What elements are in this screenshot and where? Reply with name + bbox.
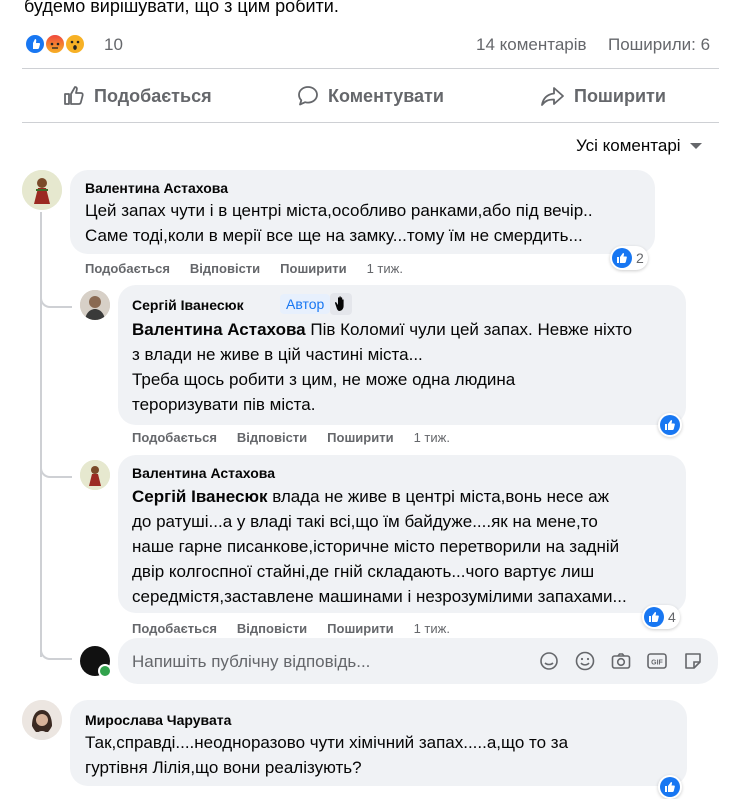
comment-text-line: до ратуші...а у владі такі всі,що їм бай…	[132, 512, 598, 531]
comment-like-link[interactable]: Подобається	[132, 430, 217, 445]
comment-actions: Подобається Відповісти Поширити 1 тиж.	[132, 430, 450, 445]
comment-reactions[interactable]: 4	[642, 605, 680, 629]
comment-author[interactable]: Мирослава Чарувата	[85, 712, 231, 728]
comment-share-link[interactable]: Поширити	[280, 261, 346, 276]
reply-input[interactable]: Напишіть публічну відповідь... GIF	[118, 638, 718, 684]
mention-link[interactable]: Валентина Астахова	[132, 320, 306, 339]
thread-line	[40, 212, 42, 657]
sticker-icon[interactable]	[682, 650, 704, 672]
comment-text-line: гуртівня Лілія,що вони реалізують?	[85, 758, 362, 777]
reactions-count: 10	[104, 35, 123, 54]
comment-reactions[interactable]	[658, 775, 682, 799]
camera-icon[interactable]	[610, 650, 632, 672]
online-status-dot	[98, 664, 112, 678]
like-button[interactable]: Подобається	[62, 76, 212, 116]
like-reaction-icon	[612, 248, 632, 268]
comment-bubble: Валентина Астахова Сергій Іванесюк влада…	[118, 455, 686, 613]
comment-time[interactable]: 1 тиж.	[367, 261, 403, 276]
like-label: Подобається	[94, 85, 212, 106]
sort-label: Усі коментарі	[576, 136, 681, 155]
comment-button[interactable]: Коментувати	[296, 76, 444, 116]
comment-actions: Подобається Відповісти Поширити 1 тиж.	[132, 621, 450, 636]
mention-link[interactable]: Сергій Іванесюк	[132, 487, 267, 506]
comment-reactions[interactable]	[658, 413, 682, 437]
avatar[interactable]	[80, 290, 110, 320]
comments-count[interactable]: 14 коментарів	[476, 35, 587, 55]
like-reaction-icon	[660, 415, 680, 435]
svg-text:GIF: GIF	[651, 660, 663, 667]
comment-author[interactable]: Сергій Іванесюк	[132, 297, 244, 313]
divider-top	[22, 68, 719, 69]
emoji-icon[interactable]	[574, 650, 596, 672]
comment-like-link[interactable]: Подобається	[85, 261, 170, 276]
comment-time[interactable]: 1 тиж.	[414, 430, 450, 445]
thread-branch	[40, 288, 72, 308]
comment-text-line: Сергій Іванесюк влада не живе в центрі м…	[132, 487, 610, 506]
comment-time[interactable]: 1 тиж.	[414, 621, 450, 636]
comment-text-line: середмістя,заставлене машинами і незрозу…	[132, 587, 627, 606]
comment-text-line: Саме тоді,коли в мерії все ще на замку..…	[85, 226, 583, 245]
chevron-down-icon	[689, 143, 702, 149]
reactions-count: 4	[668, 609, 676, 625]
comment-sort-dropdown[interactable]: Усі коментарі	[576, 134, 703, 158]
comment-bubble: Мирослава Чарувата Так,справді....неодно…	[70, 700, 687, 786]
divider-bottom	[22, 122, 719, 123]
avatar[interactable]	[22, 170, 62, 210]
avatar[interactable]	[80, 460, 110, 490]
post-text: будемо вирішувати, що з цим робити.	[24, 0, 339, 16]
comment-reply-link[interactable]: Відповісти	[237, 430, 307, 445]
comment-like-link[interactable]: Подобається	[132, 621, 217, 636]
comment-text-line: двір колгоспної стайні,де гній складають…	[132, 562, 595, 581]
like-reaction-icon	[644, 607, 664, 627]
current-user-avatar[interactable]	[80, 646, 112, 678]
reactions-summary[interactable]: 10	[24, 33, 124, 57]
share-button[interactable]: Поширити	[540, 76, 666, 116]
like-reaction-icon	[24, 33, 46, 55]
comment-reply-link[interactable]: Відповісти	[237, 621, 307, 636]
comment-actions: Подобається Відповісти Поширити 1 тиж.	[85, 261, 403, 276]
shares-count[interactable]: Поширили: 6	[608, 35, 710, 55]
comment-author[interactable]: Валентина Астахова	[132, 465, 275, 481]
avatar[interactable]	[22, 700, 62, 740]
angry-reaction-icon	[44, 33, 66, 55]
comment-icon	[298, 86, 318, 106]
comment-bubble: Сергій Іванесюк Автор Валентина Астахова…	[118, 285, 686, 425]
comment-reply-link[interactable]: Відповісти	[190, 261, 260, 276]
thumbs-up-icon	[64, 86, 84, 105]
comment-text-line: Так,справді....неодноразово чути хімічни…	[85, 733, 569, 752]
comment-text-line: з влади не живе в цій частині міста...	[132, 345, 423, 364]
wave-hand-icon	[330, 293, 352, 315]
comment-text-line: Валентина Астахова Пів Коломиї чули цей …	[132, 320, 633, 339]
comment-text-line: наше гарне писанкове,історичне місто пер…	[132, 537, 620, 556]
gif-icon[interactable]: GIF	[646, 650, 668, 672]
comment-text-line: тероризувати пів міста.	[132, 395, 316, 414]
comment-label: Коментувати	[328, 85, 444, 106]
reactions-count: 2	[636, 250, 644, 266]
thread-branch	[40, 458, 72, 478]
avatar-sticker-icon[interactable]	[538, 650, 560, 672]
thread-branch	[40, 640, 72, 660]
share-icon	[541, 87, 564, 106]
wow-reaction-icon	[64, 33, 86, 55]
share-label: Поширити	[574, 85, 666, 106]
like-reaction-icon	[660, 777, 680, 797]
comment-text-line: Цей запах чути і в центрі міста,особливо…	[85, 201, 593, 220]
comment-share-link[interactable]: Поширити	[327, 430, 393, 445]
comment-author[interactable]: Валентина Астахова	[85, 180, 228, 196]
comment-share-link[interactable]: Поширити	[327, 621, 393, 636]
comment-reactions[interactable]: 2	[610, 246, 648, 270]
comment-bubble: Валентина Астахова Цей запах чути і в це…	[70, 170, 655, 254]
comment-text-line: Треба щось робити з цим, не може одна лю…	[132, 370, 516, 389]
reply-placeholder: Напишіть публічну відповідь...	[132, 652, 371, 671]
author-badge: Автор	[280, 294, 331, 314]
